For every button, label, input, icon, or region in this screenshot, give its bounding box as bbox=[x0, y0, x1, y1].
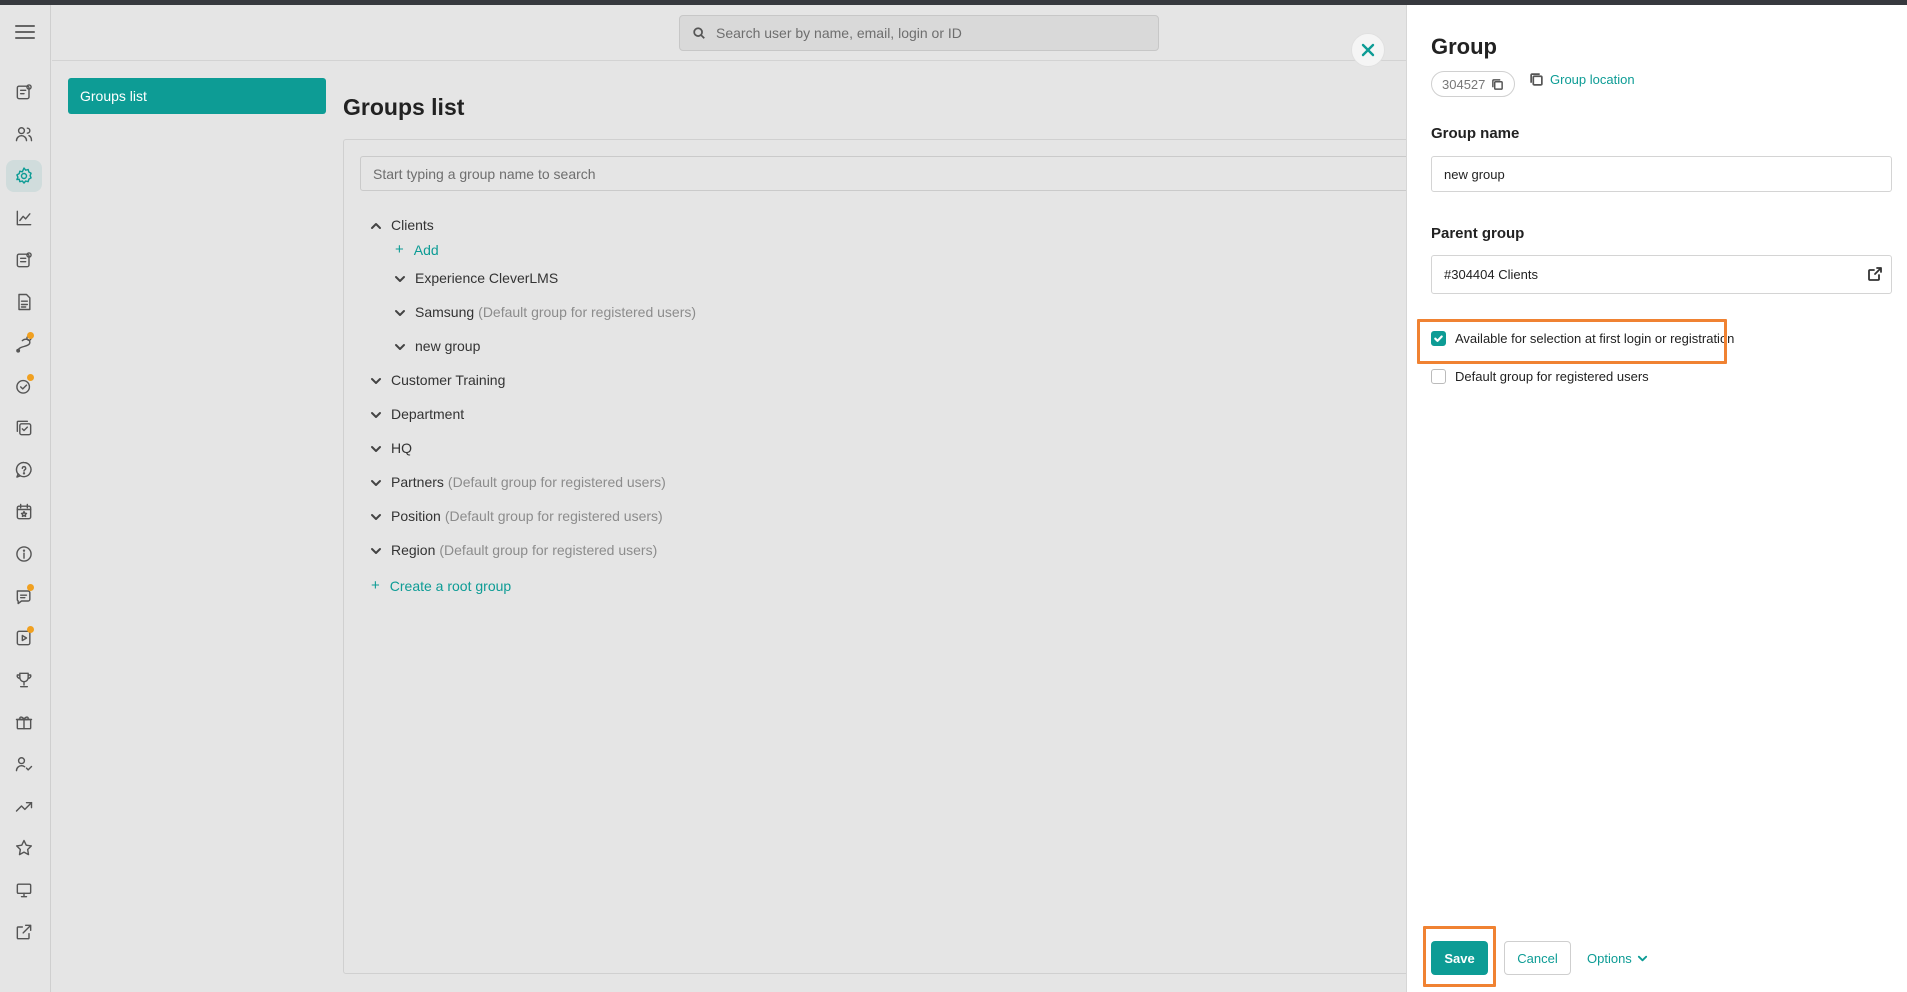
page-title: Groups list bbox=[343, 94, 465, 120]
tree-item-clients[interactable]: Clients bbox=[370, 217, 434, 233]
chevron-down-icon[interactable] bbox=[394, 306, 406, 318]
trending-icon[interactable] bbox=[12, 794, 36, 818]
create-root-group-link[interactable]: + Create a root group bbox=[371, 577, 511, 594]
tree-item-label: Partners bbox=[391, 474, 444, 490]
close-icon bbox=[1361, 43, 1375, 57]
tree-item-customer-training[interactable]: Customer Training bbox=[370, 372, 505, 388]
default-group-note: (Default group for registered users) bbox=[478, 304, 697, 320]
plus-icon: + bbox=[395, 241, 404, 258]
highlight-box bbox=[1417, 319, 1727, 364]
chevron-down-icon[interactable] bbox=[394, 272, 406, 284]
tree-item-label: Clients bbox=[391, 217, 434, 233]
chevron-down-icon[interactable] bbox=[370, 374, 382, 386]
tree-item-region[interactable]: Region (Default group for registered use… bbox=[370, 542, 657, 558]
questions-icon[interactable] bbox=[12, 458, 36, 482]
user-check-icon[interactable] bbox=[12, 752, 36, 776]
tree-item-position[interactable]: Position (Default group for registered u… bbox=[370, 508, 663, 524]
search-icon bbox=[693, 27, 705, 39]
group-search-input[interactable] bbox=[360, 156, 1420, 191]
assignments-icon[interactable] bbox=[12, 248, 36, 272]
video-icon[interactable] bbox=[12, 626, 36, 650]
create-root-group-label: Create a root group bbox=[389, 577, 512, 594]
icon-sidebar bbox=[0, 5, 51, 992]
groups-list-nav-button[interactable]: Groups list bbox=[68, 78, 326, 114]
notification-dot bbox=[27, 332, 34, 339]
default-group-note: (Default group for registered users) bbox=[444, 508, 663, 524]
plus-icon: + bbox=[371, 577, 380, 594]
header-divider bbox=[52, 60, 1406, 61]
default-group-checkbox[interactable]: Default group for registered users bbox=[1431, 369, 1649, 384]
external-link-icon[interactable] bbox=[12, 920, 36, 944]
notification-dot bbox=[27, 374, 34, 381]
tree-item-department[interactable]: Department bbox=[370, 406, 464, 422]
parent-group-input[interactable] bbox=[1431, 255, 1892, 294]
chevron-down-icon[interactable] bbox=[370, 544, 382, 556]
chevron-up-icon[interactable] bbox=[370, 219, 382, 231]
star-icon[interactable] bbox=[12, 836, 36, 860]
group-id-chip[interactable]: 304527 bbox=[1431, 71, 1516, 97]
close-panel-button[interactable] bbox=[1351, 33, 1385, 67]
copy-icon bbox=[1530, 73, 1543, 86]
group-id: 304527 bbox=[1442, 76, 1486, 92]
tree-item-label: Samsung bbox=[415, 304, 475, 320]
group-name-label: Group name bbox=[1431, 125, 1520, 142]
group-edit-panel: Group 304527 Group location Group name P… bbox=[1406, 5, 1907, 992]
monitor-icon[interactable] bbox=[12, 878, 36, 902]
info-icon[interactable] bbox=[12, 542, 36, 566]
tasks-icon[interactable] bbox=[12, 374, 36, 398]
chevron-down-icon[interactable] bbox=[370, 476, 382, 488]
users-icon[interactable] bbox=[12, 122, 36, 146]
tree-item-hq[interactable]: HQ bbox=[370, 440, 412, 456]
analytics-icon[interactable] bbox=[12, 206, 36, 230]
tree-item-label: Customer Training bbox=[391, 372, 506, 388]
documents-icon[interactable] bbox=[12, 290, 36, 314]
tree-item-experience[interactable]: Experience CleverLMS bbox=[394, 270, 558, 286]
notification-dot bbox=[27, 626, 34, 633]
panel-title: Group bbox=[1431, 34, 1497, 59]
learning-path-icon[interactable] bbox=[12, 332, 36, 356]
options-label: Options bbox=[1587, 950, 1632, 966]
calendar-icon[interactable] bbox=[12, 500, 36, 524]
tree-item-label: new group bbox=[415, 338, 481, 354]
chat-icon[interactable] bbox=[12, 584, 36, 608]
cancel-button[interactable]: Cancel bbox=[1504, 941, 1571, 975]
trophy-icon[interactable] bbox=[12, 668, 36, 692]
group-location-label: Group location bbox=[1550, 72, 1635, 87]
tree-item-samsung[interactable]: Samsung (Default group for registered us… bbox=[394, 304, 696, 320]
chevron-down-icon bbox=[1637, 955, 1647, 961]
group-location-link[interactable]: Group location bbox=[1529, 72, 1635, 87]
default-group-note: (Default group for registered users) bbox=[447, 474, 666, 490]
menu-icon[interactable] bbox=[15, 25, 35, 43]
add-subgroup-link[interactable]: + Add bbox=[395, 241, 439, 258]
options-dropdown[interactable]: Options bbox=[1587, 941, 1648, 975]
tree-item-label: HQ bbox=[391, 440, 412, 456]
chevron-down-icon[interactable] bbox=[370, 510, 382, 522]
tree-item-label: Region bbox=[391, 542, 436, 558]
gift-icon[interactable] bbox=[12, 710, 36, 734]
chevron-down-icon[interactable] bbox=[394, 340, 406, 352]
tree-item-new-group[interactable]: new group bbox=[394, 338, 480, 354]
settings-icon[interactable] bbox=[6, 160, 42, 192]
groups-card: Clients + Add Experience CleverLMS Samsu… bbox=[343, 139, 1420, 974]
highlight-box bbox=[1423, 926, 1496, 987]
user-search-box[interactable] bbox=[679, 15, 1159, 51]
add-label: Add bbox=[413, 241, 439, 258]
chevron-down-icon[interactable] bbox=[370, 442, 382, 454]
user-search-input[interactable] bbox=[716, 25, 1136, 41]
notification-dot bbox=[27, 584, 34, 591]
default-group-note: (Default group for registered users) bbox=[439, 542, 658, 558]
tree-item-label: Position bbox=[391, 508, 441, 524]
group-name-input[interactable] bbox=[1431, 156, 1892, 192]
default-group-label: Default group for registered users bbox=[1455, 369, 1649, 384]
tree-item-partners[interactable]: Partners (Default group for registered u… bbox=[370, 474, 666, 490]
checkbox-unchecked[interactable] bbox=[1431, 369, 1446, 384]
parent-group-label: Parent group bbox=[1431, 225, 1525, 242]
chevron-down-icon[interactable] bbox=[370, 408, 382, 420]
tree-item-label: Experience CleverLMS bbox=[415, 270, 559, 286]
open-parent-group-icon[interactable] bbox=[1867, 266, 1883, 282]
checklist-icon[interactable] bbox=[12, 416, 36, 440]
copy-icon[interactable] bbox=[1491, 78, 1504, 91]
tree-item-label: Department bbox=[391, 406, 465, 422]
course-icon[interactable] bbox=[12, 80, 36, 104]
